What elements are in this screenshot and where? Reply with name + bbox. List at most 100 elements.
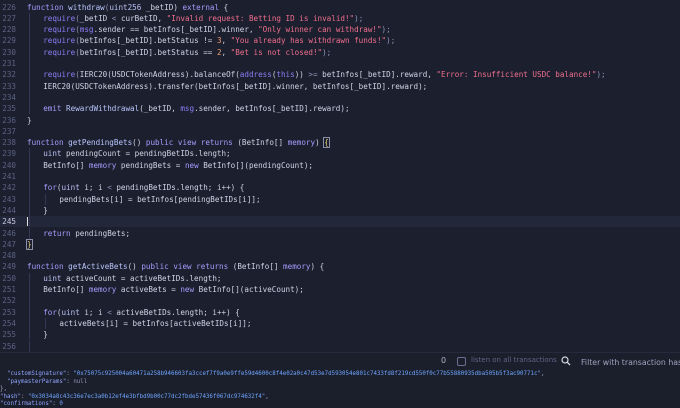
code-token: external: [182, 2, 220, 12]
indent-guide: [29, 35, 30, 47]
indent-guide: [29, 24, 30, 36]
code-text: for(uint i; i < pendingBetIDs.length; i+…: [43, 182, 244, 193]
code-token: function: [27, 138, 69, 148]
code-line[interactable]: 228 require(msg.sender == betInfos[_betID…: [0, 24, 680, 36]
console-token: ,: [540, 371, 545, 377]
code-line[interactable]: 231: [0, 58, 680, 70]
code-line[interactable]: 243 pendingBets[i] = betInfos[pendingBetI…: [0, 193, 680, 205]
line-number: 254: [2, 318, 16, 328]
code-token: uint256: [109, 2, 146, 12]
code-line[interactable]: 249 function getActiveBets() public view …: [0, 261, 680, 272]
console-token: ,: [265, 393, 269, 400]
code-line[interactable]: 239 uint pendingCount = pendingBetIDs.len…: [0, 148, 680, 160]
code-token: return: [43, 228, 76, 238]
code-text: require(_betID < curBetID, "Invalid requ…: [43, 13, 363, 24]
line-number: 242: [2, 183, 16, 193]
indent-guide: [29, 182, 30, 194]
code-line[interactable]: 248: [0, 250, 680, 261]
code-line[interactable]: 255}: [0, 329, 680, 341]
line-number: 245: [2, 217, 16, 227]
code-token: activeBets[i] = betInfos[activeBetIDs[i]…: [59, 318, 252, 328]
search-icon: [561, 356, 571, 366]
code-token: function: [27, 2, 69, 12]
listen-all-label: listen on all transactions: [471, 356, 557, 364]
code-line[interactable]: 229 require(betInfos[_betID].betStatus !=…: [0, 35, 680, 47]
code-line[interactable]: 235 emit RewardWithdrawal(_betID, msg.sen…: [0, 103, 680, 115]
line-number: 251: [2, 285, 16, 294]
listen-all-checkbox[interactable]: [457, 357, 466, 366]
code-line[interactable]: 244}: [0, 204, 680, 217]
code-line[interactable]: 226 function withdraw(uint256 _betID) ext…: [0, 2, 680, 13]
code-token: public view returns: [145, 138, 238, 148]
console-line: "hash": "0x3034a8c43c36e7ec3a0b12ef4e3bf…: [0, 394, 269, 402]
code-token: _betID: [79, 13, 112, 23]
code-token: IERC20(USDCTokenAddress).balanceOf(: [79, 70, 240, 80]
code-token: <: [111, 13, 121, 23]
code-token: i; i: [84, 307, 108, 317]
code-token: function: [27, 262, 69, 272]
code-token: for: [43, 183, 57, 193]
code-token: this: [276, 70, 295, 80]
code-line[interactable]: 232 require(IERC20(USDCTokenAddress).bala…: [0, 69, 680, 81]
code-editor[interactable]: 226 function withdraw(uint256 _betID) ext…: [0, 0, 680, 352]
line-number: 250: [2, 273, 16, 283]
code-line[interactable]: 230 require(betInfos[_betID].betStatus ==…: [0, 46, 680, 58]
line-number: 241: [2, 172, 16, 181]
code-line[interactable]: 236}: [0, 115, 680, 126]
transaction-filter-bar: 0 listen on all transactions: [0, 352, 680, 371]
indent-guide: [29, 171, 30, 183]
code-line[interactable]: 242 for(uint i; i < pendingBetIDs.length;…: [0, 182, 680, 194]
code-token: memory: [88, 285, 121, 294]
code-line[interactable]: 251 BetInfo[] memory activeBets = new Bet…: [0, 284, 680, 296]
code-line[interactable]: 246 return pendingBets;: [0, 227, 680, 239]
code-line[interactable]: 234: [0, 91, 680, 104]
code-token: ) {: [310, 262, 325, 272]
code-token: activeBets =: [120, 285, 181, 294]
indent-guide: [45, 317, 47, 330]
code-token: "You already has withdrawn funds!": [230, 36, 387, 46]
code-token: }: [26, 238, 33, 250]
code-token: BetInfo[]: [43, 285, 89, 294]
code-line[interactable]: 250 uint activeCount = activeBetIDs.lengt…: [0, 272, 680, 284]
code-token: RewardWithdrawal: [66, 104, 140, 114]
code-line[interactable]: 247}: [0, 238, 680, 250]
line-number: 236: [2, 115, 16, 125]
code-line[interactable]: 241: [0, 171, 680, 183]
code-token: {: [219, 2, 229, 12]
console-token: },: [0, 386, 7, 393]
code-text: require(msg.sender == betInfos[_betID].w…: [43, 24, 391, 35]
code-token: );: [381, 25, 391, 35]
code-token: memory: [88, 160, 121, 170]
code-line[interactable]: 256: [0, 340, 680, 352]
code-line[interactable]: 245: [0, 216, 680, 228]
code-token: pendingCount = pendingBetIDs.length;: [66, 149, 231, 159]
code-token: require: [43, 36, 76, 46]
transaction-filter-input[interactable]: [575, 353, 680, 371]
code-line[interactable]: 254 activeBets[i] = betInfos[activeBetIDs…: [0, 317, 680, 330]
line-number: 247: [2, 239, 16, 249]
indent-guide: [29, 204, 30, 217]
code-token: getPendingBets: [68, 138, 133, 148]
indent-guide: [29, 272, 30, 284]
code-token: <: [107, 307, 117, 317]
code-text: }: [26, 238, 33, 250]
line-number: 229: [2, 36, 16, 46]
code-line[interactable]: 252: [0, 295, 680, 307]
code-line[interactable]: 253 for(uint i; i < activeBetIDs.length; …: [0, 306, 680, 318]
code-line[interactable]: 240 BetInfo[] memory pendingBets = new Be…: [0, 159, 680, 171]
code-line[interactable]: 237: [0, 126, 680, 137]
indent-guide: [29, 193, 30, 205]
code-line[interactable]: 227 require(_betID < curBetID, "Invalid r…: [0, 12, 680, 25]
code-text: emit RewardWithdrawal(_betID, msg.sender…: [43, 103, 349, 114]
code-line[interactable]: 233 IERC20(USDCTokenAddress).transfer(bet…: [0, 80, 680, 92]
code-line[interactable]: 238 function getPendingBets() public view…: [0, 137, 680, 149]
code-text: }: [27, 115, 32, 126]
code-token: ): [315, 138, 325, 148]
code-token: uint: [43, 273, 67, 283]
code-token: pendingBetIDs.length; i++) {: [116, 183, 245, 193]
code-token: }: [43, 205, 48, 215]
text-cursor: [27, 217, 28, 227]
code-token: new: [180, 285, 199, 294]
code-token: {: [323, 137, 330, 149]
code-token: uint: [61, 183, 85, 193]
